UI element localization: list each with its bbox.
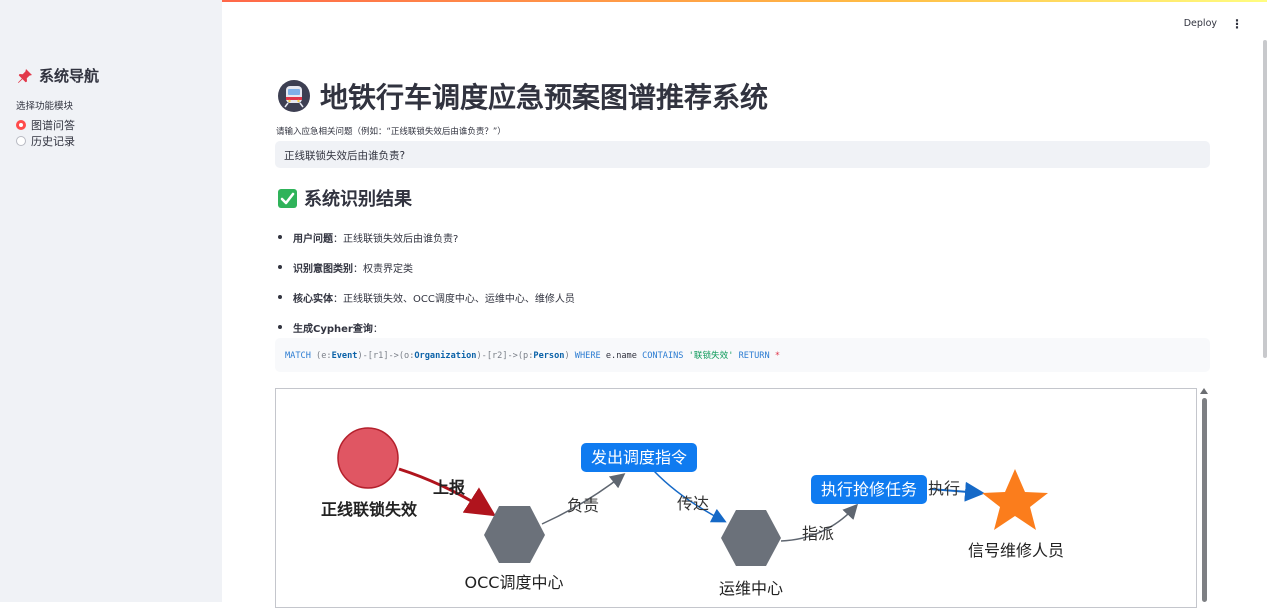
radio-option-graph-qa[interactable]: 图谱问答 xyxy=(16,117,75,133)
sidebar-title-text: 系统导航 xyxy=(39,67,100,85)
edge-execute-label: 执行 xyxy=(928,479,960,498)
code-text: * xyxy=(769,351,780,361)
node-ops-label: 运维中心 xyxy=(719,579,783,598)
result-section-title-text: 系统识别结果 xyxy=(304,189,412,210)
result-section-title: 系统识别结果 xyxy=(278,185,412,211)
app-header-actions: Deploy ⋮ xyxy=(1184,18,1243,30)
result-key: 识别意图类别 xyxy=(293,263,353,275)
question-input[interactable]: 正线联锁失效后由谁负责? xyxy=(275,141,1210,168)
node-ops xyxy=(721,510,781,566)
code-keyword: WHERE xyxy=(574,351,601,361)
result-value: ：正线联锁失效、OCC调度中心、运维中心、维修人员 xyxy=(333,293,575,305)
scroll-up-arrow-icon[interactable] xyxy=(1200,388,1208,394)
box-repair-label: 执行抢修任务 xyxy=(821,480,917,499)
code-keyword: MATCH xyxy=(285,351,311,361)
radio-option-history[interactable]: 历史记录 xyxy=(16,133,75,149)
radio-option-label: 历史记录 xyxy=(31,135,75,148)
node-worker-label: 信号维修人员 xyxy=(968,541,1064,560)
list-item: 核心实体 ：正线联锁失效、OCC调度中心、运维中心、维修人员 xyxy=(278,282,575,312)
check-mark-icon xyxy=(278,188,297,208)
result-value: ：正线联锁失效后由谁负责? xyxy=(333,233,459,245)
code-text: ) xyxy=(564,351,575,361)
edge-assign-label: 指派 xyxy=(802,524,834,543)
node-occ xyxy=(484,506,545,563)
radio-unselected-icon[interactable] xyxy=(16,136,26,146)
result-key: 用户问题 xyxy=(293,233,333,245)
code-text: )-[r2]->(p: xyxy=(476,351,534,361)
edge-responsible-label: 负责 xyxy=(567,496,599,515)
result-list: 用户问题 ：正线联锁失效后由谁负责? 识别意图类别 ：权责界定类 核心实体 ：正线联锁… xyxy=(278,222,575,342)
node-event xyxy=(337,427,399,489)
pushpin-icon xyxy=(18,68,32,83)
page-title: 地铁行车调度应急预案图谱推荐系统 xyxy=(278,76,768,116)
node-worker xyxy=(982,469,1048,530)
radio-selected-icon[interactable] xyxy=(16,120,26,130)
edge-relay-label: 传达 xyxy=(677,494,709,513)
kebab-menu-icon[interactable]: ⋮ xyxy=(1231,18,1243,30)
cypher-code-block: MATCH (e:Event)-[r1]->(o:Organization)-[… xyxy=(275,338,1210,372)
page-title-text: 地铁行车调度应急预案图谱推荐系统 xyxy=(320,81,769,114)
result-value: ： xyxy=(372,323,383,335)
code-text: )-[r1]->(o: xyxy=(357,351,415,361)
question-input-label: 请输入应急相关问题（例如：“正线联锁失效后由谁负责？”） xyxy=(276,127,506,137)
code-keyword: CONTAINS xyxy=(642,351,684,361)
list-item: 识别意图类别 ：权责界定类 xyxy=(278,252,575,282)
scroll-thumb[interactable] xyxy=(1202,398,1207,602)
sidebar: 系统导航 选择功能模块 图谱问答 历史记录 xyxy=(0,0,222,602)
result-key: 生成Cypher查询 xyxy=(293,323,373,335)
radio-group-label: 选择功能模块 xyxy=(16,101,74,112)
sidebar-title: 系统导航 xyxy=(17,65,99,86)
page-scrollbar[interactable] xyxy=(1263,40,1267,358)
radio-option-label: 图谱问答 xyxy=(31,119,75,132)
code-type: Person xyxy=(533,351,565,361)
code-string: '联锁失效' xyxy=(688,351,734,361)
result-key: 核心实体 xyxy=(293,293,333,305)
result-value: ：权责界定类 xyxy=(353,263,413,275)
knowledge-graph-canvas[interactable]: 发出调度指令 执行抢修任务 正线联锁失效 OCC调度中心 运维中心 信号维修人员… xyxy=(276,389,1197,608)
deploy-button[interactable]: Deploy xyxy=(1184,18,1217,29)
box-dispatch-label: 发出调度指令 xyxy=(591,448,687,467)
graph-frame-scrollbar[interactable] xyxy=(1200,388,1209,602)
metro-train-icon xyxy=(278,80,310,112)
list-item: 用户问题 ：正线联锁失效后由谁负责? xyxy=(278,222,575,252)
code-type: Organization xyxy=(414,351,477,361)
node-occ-label: OCC调度中心 xyxy=(465,573,564,592)
code-type: Event xyxy=(331,351,358,361)
edge-report-label: 上报 xyxy=(433,478,465,497)
code-text: e.name xyxy=(600,351,643,361)
node-event-label: 正线联锁失效 xyxy=(321,500,417,519)
code-text: (e: xyxy=(310,351,332,361)
code-keyword: RETURN xyxy=(738,351,770,361)
knowledge-graph-frame[interactable]: 发出调度指令 执行抢修任务 正线联锁失效 OCC调度中心 运维中心 信号维修人员… xyxy=(275,388,1197,608)
